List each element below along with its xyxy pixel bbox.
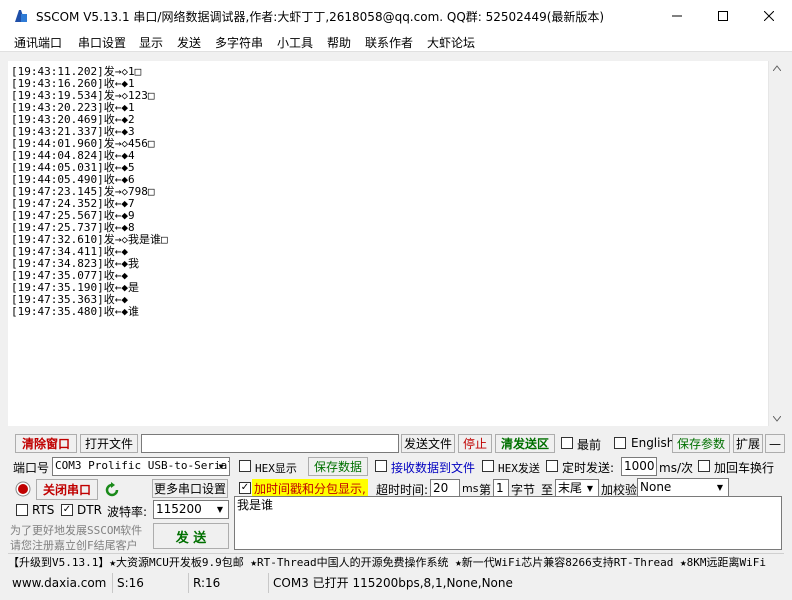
port-status-button[interactable]: [12, 479, 34, 499]
clear-window-button[interactable]: 清除窗口: [15, 434, 77, 453]
chevron-down-icon: ▼: [586, 483, 594, 493]
news-ticker[interactable]: 【升级到V5.13.1】★大资源MCU开发板9.9包邮 ★RT-Thread中国…: [8, 553, 784, 571]
minimize-button[interactable]: [654, 0, 700, 31]
port-select[interactable]: COM3 Prolific USB-to-Serial ▼: [52, 457, 230, 476]
receive-log-scrollbar[interactable]: [768, 61, 786, 426]
checksum-select[interactable]: None ▼: [637, 478, 729, 497]
save-data-button[interactable]: 保存数据: [308, 457, 368, 476]
scroll-down-icon[interactable]: [773, 416, 781, 422]
menu-bar: 通讯端口 串口设置 显示 发送 多字符串 小工具 帮助 联系作者 大虾论坛: [0, 31, 792, 52]
baud-select[interactable]: 115200 ▼: [153, 500, 229, 519]
add-crlf-checkbox[interactable]: [698, 460, 710, 472]
stop-button[interactable]: 停止: [458, 434, 492, 453]
log-line: [19:47:35.480]收←◆谁: [11, 305, 139, 318]
timed-send-label: 定时发送:: [562, 461, 615, 475]
add-crlf-label: 加回车换行: [714, 461, 775, 475]
timed-send-checkbox[interactable]: [546, 460, 558, 472]
refresh-button[interactable]: [101, 479, 123, 500]
english-label: English: [631, 436, 675, 450]
expand-button[interactable]: 扩展: [733, 434, 763, 453]
receive-log-lines: [19:43:11.202]发→◇1□ [19:43:16.260]收←◆1 [19…: [11, 66, 168, 318]
menu-item-display[interactable]: 显示: [139, 34, 163, 51]
to-select-value: 末尾: [558, 481, 583, 495]
send-button[interactable]: 发 送: [153, 523, 229, 549]
status-port-info: COM3 已打开 115200bps,8,1,None,None: [268, 573, 784, 593]
promo-line-1: 为了更好地发展SSCOM软件: [10, 524, 143, 537]
always-on-top-label: 最前: [577, 438, 602, 452]
close-icon: [764, 10, 774, 21]
status-received-count: R:16: [188, 573, 268, 593]
menu-item-forum[interactable]: 大虾论坛: [427, 34, 475, 51]
sscom-app-icon: [14, 9, 28, 23]
hex-display-checkbox[interactable]: [239, 460, 251, 472]
chevron-down-icon: ▼: [218, 461, 224, 471]
window-title: SSCOM V5.13.1 串口/网络数据调试器,作者:大虾丁丁,2618058…: [36, 10, 605, 24]
timeout-unit-label: ms: [462, 482, 479, 495]
status-website[interactable]: www.daxia.com: [8, 573, 112, 593]
always-on-top-checkbox[interactable]: [561, 437, 573, 449]
hex-send-checkbox[interactable]: [482, 460, 494, 472]
save-params-button[interactable]: 保存参数: [672, 434, 730, 453]
collapse-button[interactable]: —: [765, 434, 785, 453]
recv-to-file-label[interactable]: 接收数据到文件: [391, 459, 475, 476]
interval-input[interactable]: 1000: [621, 457, 657, 476]
scroll-up-icon[interactable]: [773, 65, 781, 71]
interval-unit-label: ms/次: [659, 461, 693, 475]
clear-send-button[interactable]: 清发送区: [495, 434, 555, 453]
maximize-icon: [718, 10, 728, 21]
send-text-area[interactable]: 我是谁: [234, 496, 782, 550]
minimize-icon: [672, 15, 682, 16]
rts-checkbox[interactable]: [16, 504, 28, 516]
dtr-label: DTR: [77, 503, 102, 517]
chevron-down-icon: ▼: [716, 482, 724, 492]
title-bar: SSCOM V5.13.1 串口/网络数据调试器,作者:大虾丁丁,2618058…: [0, 0, 792, 31]
baud-label: 波特率:: [107, 505, 148, 519]
menu-item-help[interactable]: 帮助: [327, 34, 351, 51]
menu-item-multi-string[interactable]: 多字符串: [215, 34, 263, 51]
menu-item-send[interactable]: 发送: [177, 34, 201, 51]
rts-label: RTS: [32, 503, 55, 517]
port-status-icon: [15, 481, 31, 497]
checksum-select-value: None: [640, 480, 672, 494]
recv-to-file-checkbox[interactable]: [375, 460, 387, 472]
status-sent-count: S:16: [112, 573, 188, 593]
hex-display-label: HEX显示: [255, 462, 297, 475]
menu-item-serial-settings[interactable]: 串口设置: [78, 34, 126, 51]
dtr-checkbox[interactable]: ✓: [61, 504, 73, 516]
send-file-button[interactable]: 发送文件: [401, 434, 455, 453]
refresh-icon: [105, 481, 119, 496]
file-path-input[interactable]: [141, 434, 399, 453]
port-select-value: COM3 Prolific USB-to-Serial: [55, 459, 230, 472]
close-button[interactable]: [746, 0, 792, 31]
menu-item-comm-port[interactable]: 通讯端口: [14, 34, 62, 51]
close-port-button[interactable]: 关闭串口: [36, 479, 98, 500]
timestamp-checkbox[interactable]: ✓: [239, 482, 251, 494]
chevron-down-icon: ▼: [216, 504, 224, 514]
more-serial-settings-button[interactable]: 更多串口设置: [152, 479, 228, 498]
english-checkbox[interactable]: [614, 437, 626, 449]
status-bar: www.daxia.com S:16 R:16 COM3 已打开 115200b…: [0, 573, 792, 593]
menu-item-contact-author[interactable]: 联系作者: [365, 34, 413, 51]
port-label: 端口号: [13, 461, 50, 475]
menu-item-tools[interactable]: 小工具: [277, 34, 313, 51]
promo-line-2: 请您注册嘉立创F结尾客户: [10, 539, 138, 552]
receive-log[interactable]: [19:43:11.202]发→◇1□ [19:43:16.260]收←◆1 [19…: [8, 61, 768, 426]
open-file-button[interactable]: 打开文件: [80, 434, 138, 453]
maximize-button[interactable]: [700, 0, 746, 31]
baud-select-value: 115200: [156, 502, 202, 516]
hex-send-label: HEX发送: [498, 462, 540, 475]
